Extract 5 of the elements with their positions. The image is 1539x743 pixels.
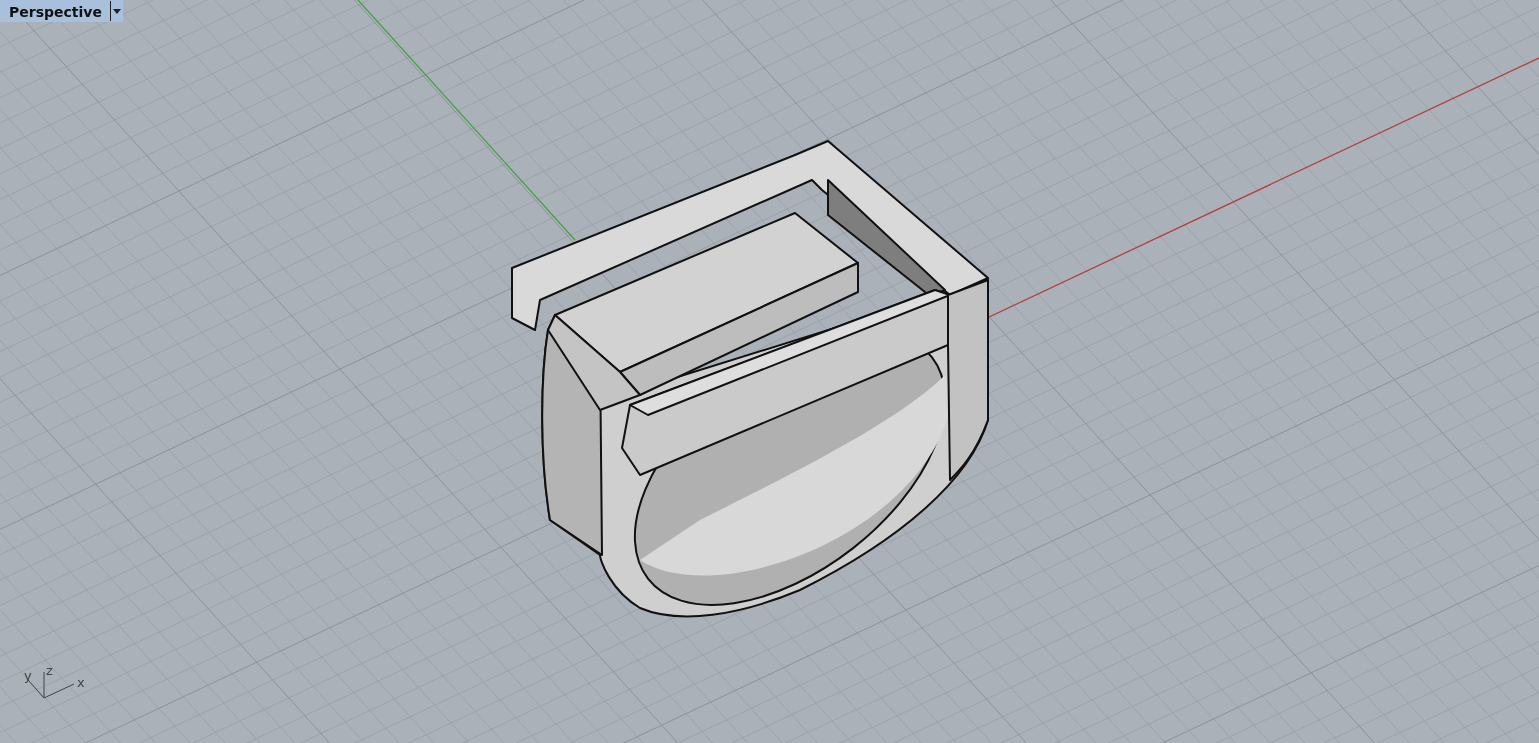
y-axis-label: y <box>24 668 32 683</box>
viewport-menu-button[interactable] <box>109 1 123 21</box>
caret-icon <box>112 8 121 14</box>
x-axis-label: x <box>77 675 85 690</box>
z-axis-label: z <box>46 663 53 678</box>
